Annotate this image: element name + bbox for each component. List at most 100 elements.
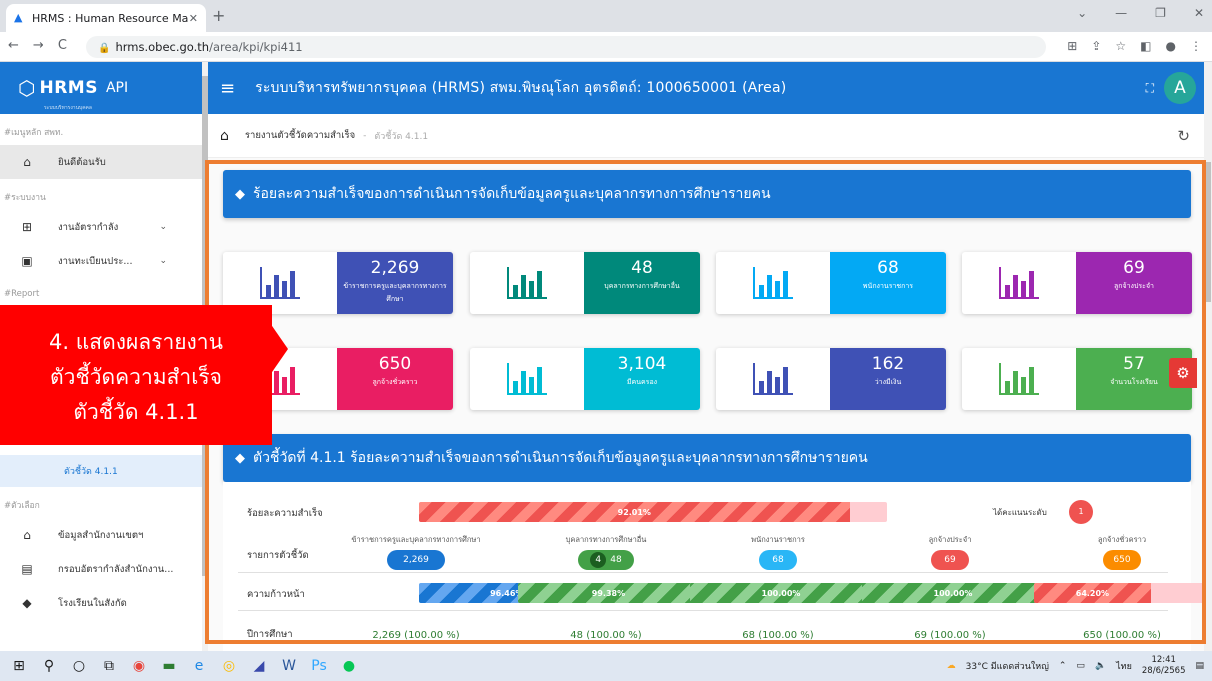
stat-card[interactable]: 162 ว่างมีเงิน [716,348,946,410]
year-label: ปีการศึกษา [247,629,293,640]
briefcase-icon: ▤ [21,562,33,576]
volume-icon[interactable]: 🔈 [1095,661,1106,671]
url-path: /area/kpi/kpi411 [209,40,303,54]
progress-label: ความก้าวหน้า [247,589,305,600]
progress-bar: 99.38% [518,583,700,603]
progress-bar: 64.20% [1034,583,1204,603]
success-label: ร้อยละความสำเร็จ [247,508,323,519]
sidebar-item-area-frame[interactable]: ▤ กรอบอัตรากำลังสำนักงาน... [0,552,203,586]
sidebar-item-area-info[interactable]: ⌂ ข้อมูลสำนักงานเขตฯ [0,518,203,552]
progress-value: 64.20% [1075,588,1110,598]
language-indicator[interactable]: ไทย [1116,659,1132,673]
home-icon[interactable]: ⌂ [220,128,229,144]
sidebar-brand[interactable]: ⬡ HRMS API ระบบบริหารงานบุคคล [0,62,203,114]
count-pill[interactable]: 68 [759,550,797,570]
sidebar-item-register[interactable]: ▣ งานทะเบียนประ... ⌄ [0,244,203,278]
sidebar-item-kpi411[interactable]: ตัวชี้วัด 4.1.1 [0,455,203,487]
date: 28/6/2565 [1141,666,1186,676]
new-tab-button[interactable]: + [212,6,225,25]
notification-icon[interactable]: ▤ [1195,661,1204,671]
start-icon[interactable]: ⊞ [4,658,34,674]
stat-card[interactable]: 68 พนักงานราชการ [716,252,946,314]
reload-icon[interactable]: C [58,38,67,53]
progress-fill: 100.00% [690,583,872,603]
forward-icon[interactable]: → [33,38,44,53]
section-header-kpi: ◆ ตัวชี้วัดที่ 4.1.1 ร้อยละความสำเร็จของ… [223,434,1191,482]
browser-tab[interactable]: ▲ HRMS : Human Resource Manage ✕ [6,4,206,32]
fullscreen-icon[interactable]: ⛶ [1146,81,1154,96]
page-scrollbar[interactable] [1204,62,1212,651]
stat-panel: 69 ลูกจ้างประจำ [1076,252,1192,314]
weather-icon: ☁ [946,661,956,671]
word-icon[interactable]: W [274,658,304,674]
stat-card[interactable]: 57 จำนวนโรงเรียน [962,348,1192,410]
bookmark-star-icon[interactable]: ☆ [1115,39,1126,53]
breadcrumb: ⌂ รายงานตัวชี้วัดความสำเร็จ - ตัวชี้วัด … [208,114,1204,158]
count-pill[interactable]: 650 [1103,550,1141,570]
search-icon[interactable]: ⚲ [34,658,64,674]
windows-taskbar: ⊞ ⚲ ○ ⧉ ◉ ▬ e ◎ ◢ W Ps ● ☁ 33°C มีแดดส่ว… [0,651,1212,681]
clock[interactable]: 12:41 28/6/2565 [1142,655,1186,677]
chrome-icon[interactable]: ◉ [124,658,154,674]
stat-card[interactable]: 69 ลูกจ้างประจำ [962,252,1192,314]
progress-bar: 100.00% [862,583,1044,603]
close-window-button[interactable]: ✕ [1194,6,1204,20]
menu-kebab-icon[interactable]: ⋮ [1190,39,1202,53]
count-pill[interactable]: 69 [931,550,969,570]
bar-chart-icon [962,252,1076,314]
section-main: #เมนูหลัก สพท. [4,128,64,138]
line-icon[interactable]: ● [334,658,364,674]
back-icon[interactable]: ← [8,38,19,53]
translate-icon[interactable]: ⊞ [1067,39,1077,53]
network-icon[interactable]: ▭ [1076,661,1085,671]
refresh-icon[interactable]: ↻ [1177,127,1190,145]
count-pill[interactable]: 4 48 [578,550,634,570]
close-tab-icon[interactable]: ✕ [189,12,198,25]
section-report: #Report [4,289,40,299]
files-icon[interactable]: ▬ [154,658,184,674]
sidebar-item-schools[interactable]: ◆ โรงเรียนในสังกัด [0,586,203,620]
settings-gear-icon[interactable]: ⚙ [1169,358,1197,388]
academic-year-value: 48 (100.00 %) [570,630,642,641]
task-view-icon[interactable]: ⧉ [94,658,124,674]
avatar[interactable]: A [1164,72,1196,104]
tray-chevron-icon[interactable]: ⌃ [1059,661,1067,671]
hamburger-menu-icon[interactable]: ≡ [220,78,235,99]
sidebar-item-label: กรอบอัตรากำลังสำนักงาน... [58,563,174,575]
tag-icon: ◆ [235,450,245,466]
count-pill[interactable]: 2,269 [387,550,445,570]
minimize-button[interactable]: — [1115,6,1127,20]
column-header: บุคลากรทางการศึกษาอื่น [565,535,647,544]
progress-fill: 64.20% [1034,583,1151,603]
profile-icon[interactable]: ● [1166,39,1176,53]
stat-card[interactable]: 3,104 มีคนครอง [470,348,700,410]
stat-label: ลูกจ้างประจำ [1114,282,1154,290]
tab-search-icon[interactable]: ⌄ [1077,6,1087,20]
progress-bar: 100.00% [690,583,872,603]
photoshop-icon[interactable]: Ps [304,658,334,674]
share-icon[interactable]: ⇪ [1091,39,1101,53]
academic-year-value: 69 (100.00 %) [914,630,986,641]
stat-label: ลูกจ้างชั่วคราว [372,378,418,386]
chrome-app-icon[interactable]: ◎ [214,658,244,674]
cortana-icon[interactable]: ○ [64,658,94,674]
edge-icon[interactable]: e [184,658,214,674]
sidebar-item-rate[interactable]: ⊞ งานอัตรากำลัง ⌄ [0,210,203,244]
graduation-cap-icon: ◆ [22,596,32,610]
weather-text[interactable]: 33°C มีแดดส่วนใหญ่ [966,659,1049,673]
stat-card[interactable]: 48 บุคลากรทางการศึกษาอื่น [470,252,700,314]
chevron-down-icon: ⌄ [159,256,167,266]
score-badge: 1 [1069,500,1093,524]
url-field[interactable]: 🔒 hrms.obec.go.th/area/kpi/kpi411 [86,36,1046,58]
bar-chart-icon [470,252,584,314]
items-label: รายการตัวชี้วัด [247,550,309,561]
breadcrumb-item-kpi-report[interactable]: รายงานตัวชี้วัดความสำเร็จ [245,128,355,143]
sidebar-item-welcome[interactable]: ⌂ ยินดีต้อนรับ [0,145,203,179]
side-panel-icon[interactable]: ◧ [1140,39,1151,53]
stat-panel: 2,269 ข้าราชการครูและบุคลากรทางการศึกษา [337,252,453,314]
count-badge: 4 [590,552,607,568]
stat-value: 650 [378,354,412,374]
progress-value: 99.38% [591,588,626,598]
app-icon[interactable]: ◢ [244,658,274,674]
maximize-button[interactable]: ❐ [1155,6,1166,20]
